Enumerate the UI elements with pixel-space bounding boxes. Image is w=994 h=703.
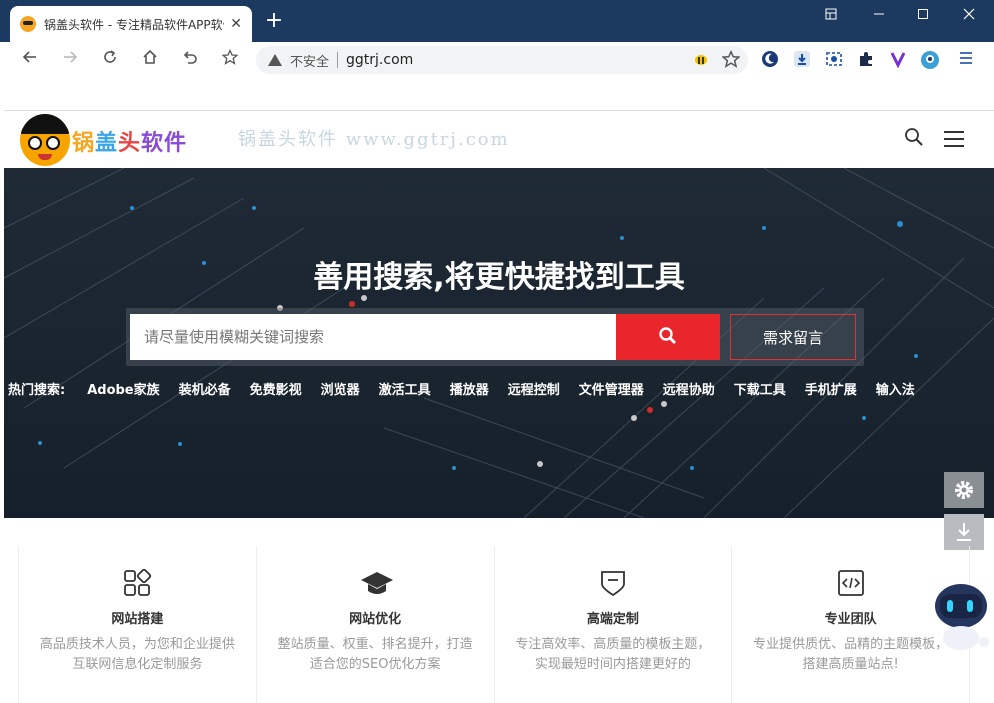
hot-search-link[interactable]: 远程协助	[663, 379, 715, 398]
feature-custom[interactable]: 高端定制 专注高效率、高质量的模板主题，实现最短时间内搭建更好的	[495, 546, 733, 703]
hot-search-link[interactable]: 浏览器	[321, 379, 360, 398]
hot-search-link[interactable]: 手机扩展	[805, 379, 857, 398]
hot-search-bar: 热门搜索: Adobe家族 装机必备 免费影视 浏览器 激活工具 播放器 远程控…	[8, 376, 994, 400]
site-watermark: 锅盖头软件 www.ggtrj.com	[238, 129, 510, 150]
feature-desc: 整站质量、权重、排名提升，打造适合您的SEO优化方案	[277, 637, 473, 672]
feature-desc: 高品质技术人员，为您和企业提供互联网信息化定制服务	[39, 637, 235, 672]
home-icon[interactable]	[138, 48, 162, 72]
logo-char-2: 盖	[95, 131, 119, 156]
tab-close-icon[interactable]: ✕	[230, 16, 242, 32]
hot-search-link[interactable]: 输入法	[876, 379, 915, 398]
profile-avatar-icon[interactable]	[920, 50, 940, 70]
undo-icon[interactable]	[178, 48, 202, 72]
page-bookmark-star-icon[interactable]	[721, 49, 741, 72]
bookmark-star-icon[interactable]	[218, 48, 242, 72]
site-favicon-icon	[20, 16, 36, 32]
robot-assistant-icon[interactable]	[930, 576, 992, 656]
badge-heart-icon	[598, 568, 628, 598]
download-side-button[interactable]	[944, 514, 984, 550]
url-text[interactable]: ggtrj.com	[346, 52, 413, 68]
title-bar: 锅盖头软件 - 专注精品软件APP软件 ✕ +	[0, 0, 994, 42]
hot-search-link[interactable]: Adobe家族	[87, 379, 159, 398]
request-message-button[interactable]: 需求留言	[730, 314, 856, 360]
hero-title: 善用搜索,将更快捷找到工具	[313, 260, 685, 295]
feature-website-build[interactable]: 网站搭建 高品质技术人员，为您和企业提供互联网信息化定制服务	[18, 546, 257, 703]
logo-char-1: 锅	[72, 131, 96, 156]
hot-search-link[interactable]: 装机必备	[179, 379, 231, 398]
site-header: 锅盖头软件 锅盖头软件 www.ggtrj.com	[4, 110, 994, 168]
download-icon	[957, 523, 971, 541]
apps-grid-icon	[122, 568, 152, 598]
hot-search-link[interactable]: 下载工具	[734, 379, 786, 398]
gear-icon	[955, 481, 973, 499]
hot-search-label: 热门搜索:	[8, 382, 66, 398]
feature-title: 高端定制	[586, 612, 639, 627]
address-bar[interactable]: 不安全 ggtrj.com	[256, 46, 748, 74]
features-section: 网站搭建 高品质技术人员，为您和企业提供互联网信息化定制服务 网站优化 整站质量…	[18, 546, 970, 703]
new-tab-button[interactable]: +	[262, 10, 286, 34]
close-window-icon[interactable]	[954, 8, 984, 28]
hot-search-link[interactable]: 激活工具	[379, 379, 431, 398]
address-separator	[337, 52, 339, 68]
browser-toolbar: 不安全 ggtrj.com	[0, 42, 994, 78]
search-panel: 需求留言	[126, 308, 864, 366]
reload-icon[interactable]	[98, 48, 122, 72]
hot-search-link[interactable]: 播放器	[450, 379, 489, 398]
search-button[interactable]	[616, 314, 720, 360]
download-manager-icon[interactable]	[792, 50, 812, 70]
browser-tab[interactable]: 锅盖头软件 - 专注精品软件APP软件 ✕	[10, 6, 252, 42]
dark-mode-moon-icon[interactable]	[760, 50, 780, 70]
feature-desc: 专注高效率、高质量的模板主题，实现最短时间内搭建更好的	[515, 637, 711, 672]
header-menu-icon[interactable]	[944, 131, 964, 147]
logo-char-4: 软件	[141, 131, 188, 156]
forward-arrow-icon[interactable]	[58, 48, 82, 72]
tab-title: 锅盖头软件 - 专注精品软件APP软件	[44, 17, 224, 32]
browser-window: 锅盖头软件 - 专注精品软件APP软件 ✕ + 不安全 ggtrj.com 锅盖…	[0, 0, 994, 703]
minimize-icon[interactable]	[864, 8, 894, 28]
back-arrow-icon[interactable]	[18, 48, 42, 72]
hot-search-link[interactable]: 远程控制	[508, 379, 560, 398]
screenshot-icon[interactable]	[824, 50, 844, 70]
warning-icon	[268, 54, 282, 66]
hero-banner: 善用搜索,将更快捷找到工具 需求留言 热门搜索: Adobe家族 装机必备 免费…	[4, 168, 994, 518]
logo-mascot-icon[interactable]	[20, 114, 70, 166]
site-logo-text[interactable]: 锅盖头软件	[72, 125, 187, 157]
web-page: 锅盖头软件 锅盖头软件 www.ggtrj.com 善用搜索,将更快捷找到工具 …	[4, 110, 994, 703]
feature-title: 网站搭建	[111, 612, 164, 627]
settings-gear-button[interactable]	[944, 472, 984, 508]
maximize-icon[interactable]	[908, 8, 938, 28]
search-icon	[659, 326, 677, 344]
header-search-icon[interactable]	[904, 127, 924, 147]
extensions-puzzle-icon[interactable]	[856, 50, 876, 70]
insecure-label: 不安全	[290, 54, 330, 70]
browser-menu-icon[interactable]	[956, 50, 976, 70]
extension-bee-icon[interactable]	[692, 50, 710, 72]
logo-char-3: 头	[118, 131, 142, 156]
feature-title: 网站优化	[349, 612, 402, 627]
code-file-icon	[836, 568, 866, 598]
vpn-v-icon[interactable]	[888, 50, 908, 70]
tab-search-icon[interactable]	[816, 8, 846, 28]
hot-search-link[interactable]: 文件管理器	[579, 379, 644, 398]
hot-search-link[interactable]: 免费影视	[250, 379, 302, 398]
search-input[interactable]	[130, 314, 616, 360]
graduation-cap-icon	[360, 568, 394, 598]
feature-seo[interactable]: 网站优化 整站质量、权重、排名提升，打造适合您的SEO优化方案	[257, 546, 495, 703]
